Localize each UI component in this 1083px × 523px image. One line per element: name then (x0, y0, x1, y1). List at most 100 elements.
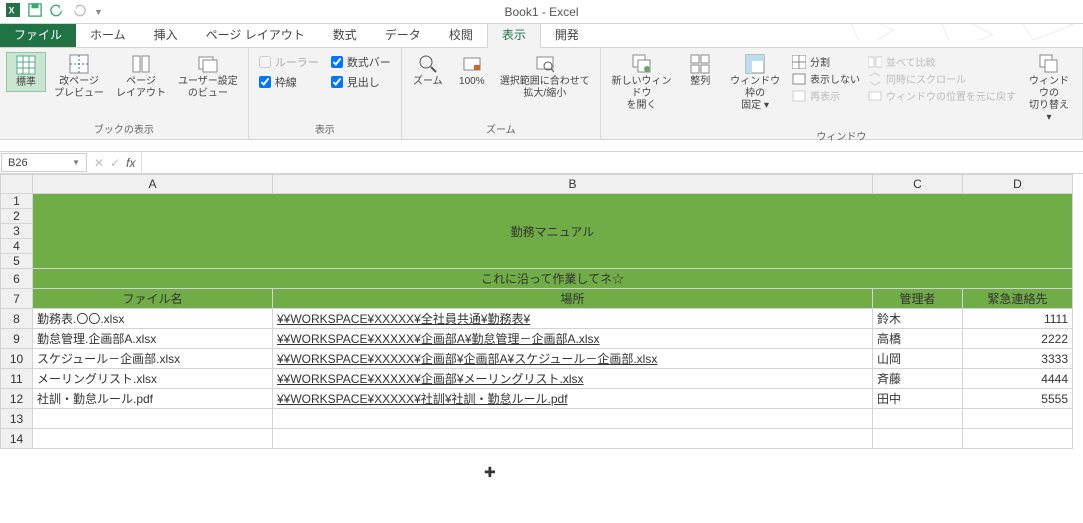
tab-data[interactable]: データ (371, 22, 435, 47)
split-button[interactable]: 分割 (792, 54, 860, 69)
ribbon-tabs: ファイル ホーム 挿入 ページ レイアウト 数式 データ 校閲 表示 開発 (0, 24, 1083, 48)
save-icon[interactable] (28, 3, 42, 20)
excel-icon: X (6, 3, 20, 20)
switch-windows-button[interactable]: ウィンドウの 切り替え ▾ (1022, 52, 1076, 126)
subtitle-cell[interactable]: これに沿って作業してネ☆ (33, 269, 1073, 289)
table-cell[interactable]: メーリングリスト.xlsx (33, 369, 273, 389)
table-cell[interactable]: 1111 (963, 309, 1073, 329)
zoom-selection-button[interactable]: 選択範囲に合わせて 拡大/縮小 (496, 52, 594, 102)
col-header-c[interactable]: C (873, 175, 963, 194)
table-cell[interactable]: 高橋 (873, 329, 963, 349)
table-cell-link[interactable]: ¥¥WORKSPACE¥XXXXX¥企画部A¥勤怠管理－企画部A.xlsx (273, 329, 873, 349)
table-cell-link[interactable]: ¥¥WORKSPACE¥XXXXX¥社訓¥社訓・勤怠ルール.pdf (273, 389, 873, 409)
row-header[interactable]: 13 (1, 409, 33, 429)
table-cell[interactable]: スケジュール－企画部.xlsx (33, 349, 273, 369)
table-cell[interactable]: 勤怠管理.企画部A.xlsx (33, 329, 273, 349)
formula-bar: B26▼ ✕ ✓ fx (0, 152, 1083, 174)
col-header-d[interactable]: D (963, 175, 1073, 194)
tab-home[interactable]: ホーム (76, 22, 140, 47)
zoom-100-button[interactable]: 100% (452, 52, 492, 90)
undo-icon[interactable] (50, 3, 64, 20)
tab-view[interactable]: 表示 (487, 21, 541, 48)
freeze-label: ウィンドウ枠の 固定 ▾ (728, 76, 782, 112)
empty-cell[interactable] (963, 429, 1073, 449)
row-header[interactable]: 14 (1, 429, 33, 449)
table-cell[interactable]: 2222 (963, 329, 1073, 349)
row-header[interactable]: 1 (1, 194, 33, 209)
name-box[interactable]: B26▼ (1, 153, 87, 172)
row-header[interactable]: 4 (1, 239, 33, 254)
hdr-contact[interactable]: 緊急連絡先 (963, 289, 1073, 309)
row-header[interactable]: 2 (1, 209, 33, 224)
table-cell[interactable]: 3333 (963, 349, 1073, 369)
row-header[interactable]: 5 (1, 254, 33, 269)
empty-cell[interactable] (873, 429, 963, 449)
normal-view-icon (16, 55, 36, 75)
window-title: Book1 - Excel (504, 5, 578, 19)
zoom-button[interactable]: ズーム (408, 52, 448, 90)
hdr-location[interactable]: 場所 (273, 289, 873, 309)
hdr-manager[interactable]: 管理者 (873, 289, 963, 309)
empty-cell[interactable] (963, 409, 1073, 429)
select-all-corner[interactable] (1, 175, 33, 194)
empty-cell[interactable] (33, 409, 273, 429)
gridlines-checkbox[interactable]: 枠線 (259, 74, 319, 90)
headings-checkbox[interactable]: 見出し (331, 74, 391, 90)
normal-view-button[interactable]: 標準 (6, 52, 46, 92)
pagebreak-view-button[interactable]: 改ページ プレビュー (50, 52, 108, 102)
title-merged-cell[interactable]: 勤務マニュアル (33, 194, 1073, 269)
group-show: ルーラー 枠線 数式バー 見出し 表示 (249, 48, 402, 139)
freeze-icon (745, 54, 765, 74)
tab-formulas[interactable]: 数式 (319, 22, 371, 47)
ruler-checkbox: ルーラー (259, 54, 319, 70)
custom-views-button[interactable]: ユーザー設定 のビュー (174, 52, 242, 102)
tab-page-layout[interactable]: ページ レイアウト (192, 22, 319, 47)
row-header[interactable]: 10 (1, 349, 33, 369)
new-window-button[interactable]: 新しいウィンドウ を開く (607, 52, 676, 114)
table-cell[interactable]: 5555 (963, 389, 1073, 409)
arrange-all-button[interactable]: 整列 (680, 52, 720, 90)
enter-icon: ✓ (110, 156, 120, 170)
row-header[interactable]: 6 (1, 269, 33, 289)
hdr-file[interactable]: ファイル名 (33, 289, 273, 309)
col-header-a[interactable]: A (33, 175, 273, 194)
split-icon (792, 55, 806, 69)
quick-access-toolbar: X ▼ (0, 3, 109, 20)
empty-cell[interactable] (273, 429, 873, 449)
pagelayout-view-button[interactable]: ページ レイアウト (112, 52, 170, 102)
formula-input[interactable] (142, 152, 1083, 173)
table-cell[interactable]: 社訓・勤怠ルール.pdf (33, 389, 273, 409)
table-cell-link[interactable]: ¥¥WORKSPACE¥XXXXX¥企画部¥企画部A¥スケジュール－企画部.xl… (273, 349, 873, 369)
empty-cell[interactable] (33, 429, 273, 449)
row-header[interactable]: 3 (1, 224, 33, 239)
row-header[interactable]: 7 (1, 289, 33, 309)
tab-review[interactable]: 校閲 (435, 22, 487, 47)
qat-dropdown-icon[interactable]: ▼ (94, 7, 103, 17)
freeze-panes-button[interactable]: ウィンドウ枠の 固定 ▾ (724, 52, 786, 114)
cancel-icon: ✕ (94, 156, 104, 170)
table-cell-link[interactable]: ¥¥WORKSPACE¥XXXXX¥企画部¥メーリングリスト.xlsx (273, 369, 873, 389)
table-cell[interactable]: 田中 (873, 389, 963, 409)
row-header[interactable]: 9 (1, 329, 33, 349)
table-cell-link[interactable]: ¥¥WORKSPACE¥XXXXX¥全社員共通¥勤務表¥ (273, 309, 873, 329)
table-cell[interactable]: 勤務表.〇〇.xlsx (33, 309, 273, 329)
redo-icon[interactable] (72, 3, 86, 20)
empty-cell[interactable] (273, 409, 873, 429)
hide-button[interactable]: 表示しない (792, 71, 860, 86)
formula-bar-checkbox[interactable]: 数式バー (331, 54, 391, 70)
tab-developer[interactable]: 開発 (541, 22, 593, 47)
table-cell[interactable]: 斉藤 (873, 369, 963, 389)
row-header[interactable]: 11 (1, 369, 33, 389)
table-cell[interactable]: 山岡 (873, 349, 963, 369)
col-header-b[interactable]: B (273, 175, 873, 194)
row-header[interactable]: 12 (1, 389, 33, 409)
tab-file[interactable]: ファイル (0, 22, 76, 47)
table-cell[interactable]: 鈴木 (873, 309, 963, 329)
tab-insert[interactable]: 挿入 (140, 22, 192, 47)
empty-cell[interactable] (873, 409, 963, 429)
svg-text:X: X (9, 6, 15, 16)
zoom-icon (418, 54, 438, 74)
table-cell[interactable]: 4444 (963, 369, 1073, 389)
row-header[interactable]: 8 (1, 309, 33, 329)
fx-icon[interactable]: fx (126, 156, 135, 170)
